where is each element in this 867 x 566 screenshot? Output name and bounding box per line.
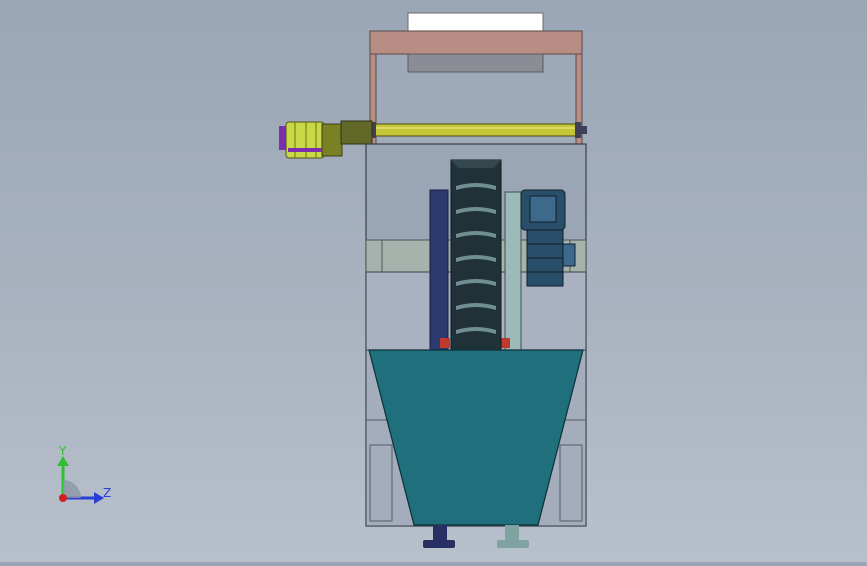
axis-triad[interactable]: Y Z: [57, 444, 111, 504]
left-foot: [423, 540, 455, 548]
frame-crossbar: [369, 30, 583, 55]
drive-gearbox: [321, 123, 343, 157]
drive-coupling: [340, 120, 373, 145]
model-drawing: Y Z: [57, 12, 587, 548]
feet: [423, 525, 529, 548]
origin-dot: [59, 494, 67, 502]
left-side-plate: [429, 189, 449, 351]
cad-viewport[interactable]: Y Z: [0, 0, 867, 562]
frame-plate: [407, 53, 544, 73]
top-plate: [407, 12, 544, 34]
roller: [371, 123, 583, 137]
right-side-plate: [504, 191, 522, 351]
right-foot: [497, 540, 529, 548]
roller-shaft: [370, 122, 587, 138]
z-axis-label: Z: [103, 486, 111, 500]
conveyor-belt: [450, 159, 502, 351]
drive-body: [285, 121, 325, 159]
roller-right-end: [575, 122, 581, 138]
drive-unit: [279, 120, 373, 159]
y-axis-label: Y: [58, 444, 67, 458]
